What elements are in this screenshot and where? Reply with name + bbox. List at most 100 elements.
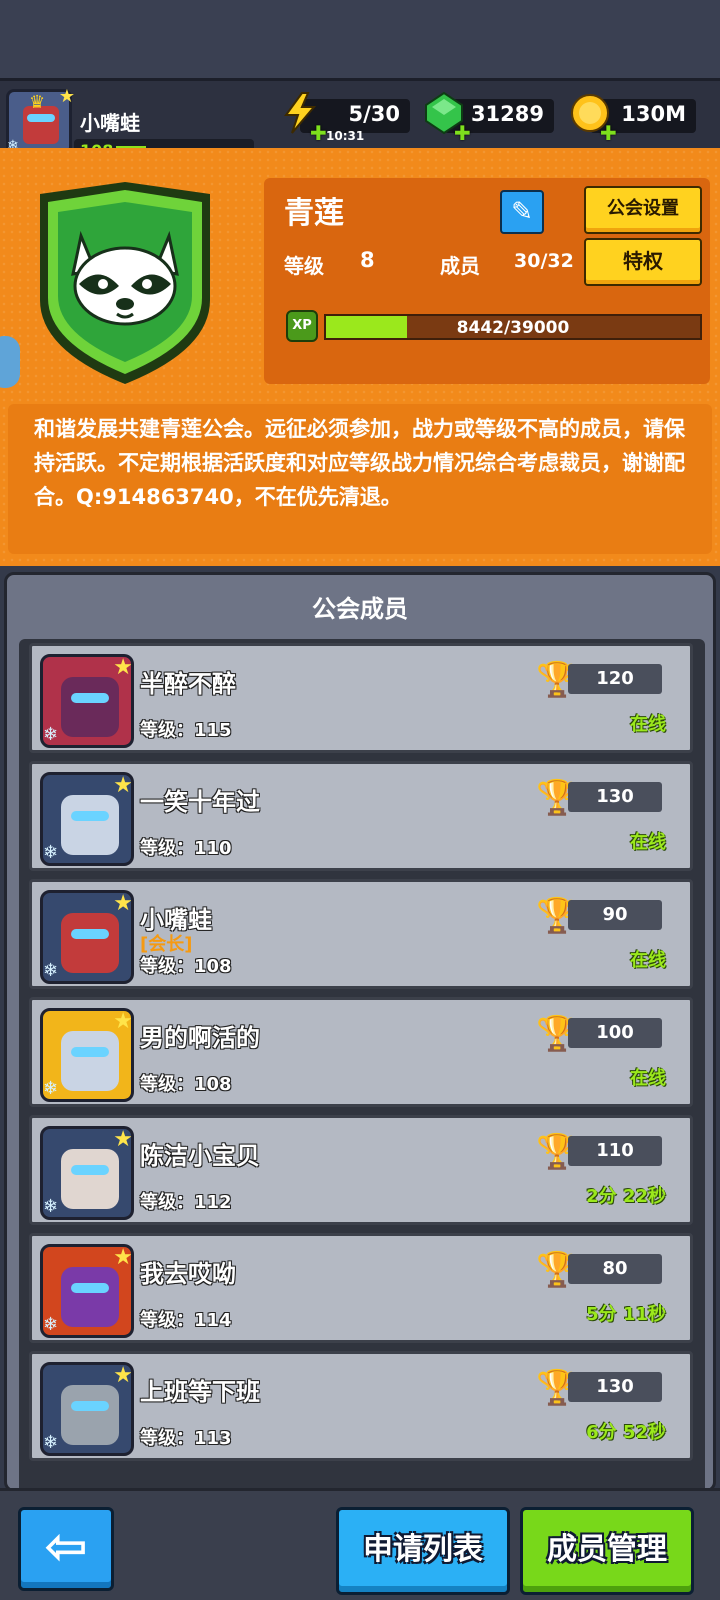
guild-name: 青莲: [284, 196, 344, 231]
energy-counter[interactable]: ✚ 5/30: [284, 92, 410, 145]
raccoon-icon: [40, 182, 210, 384]
star-icon: ★: [113, 1127, 133, 1152]
guild-members-value: 30/32: [514, 250, 574, 272]
member-avatar[interactable]: ★ ❄: [40, 1126, 134, 1220]
member-name: 陈洁小宝贝: [140, 1142, 260, 1170]
members-panel: 公会成员 ★ ❄ 半醉不醉 等级：115 🏆 120 在线 ★ ❄ 一笑十年过 …: [4, 572, 716, 1499]
member-name: 男的啊活的: [140, 1024, 260, 1052]
member-row[interactable]: ★ ❄ 小嘴蛙 [会长] 等级：108 🏆 90 在线: [29, 879, 693, 989]
star-icon: ★: [113, 1363, 133, 1388]
back-button[interactable]: ⇦: [18, 1507, 114, 1591]
player-avatar[interactable]: ♛ ★ ❄: [6, 86, 75, 155]
member-level: 等级：110: [140, 838, 232, 859]
energy-timer: 10:31: [326, 129, 365, 143]
member-status: 在线: [630, 1068, 666, 1089]
member-visor: [71, 1401, 109, 1411]
guild-info-card: 青莲 ✎ 公会设置 等级 8 成员 30/32 特权 XP 8442/39000: [264, 178, 710, 384]
privilege-button[interactable]: 特权: [584, 238, 702, 286]
member-name: 我去哎呦: [140, 1260, 236, 1288]
member-visor: [71, 693, 109, 703]
member-management-button[interactable]: 成员管理: [520, 1507, 694, 1595]
guild-level-label: 等级: [284, 254, 324, 278]
top-spacer: [0, 0, 720, 80]
gold-value: 130M: [621, 102, 686, 126]
guild-level-value: 8: [360, 248, 375, 272]
member-visor: [71, 1283, 109, 1293]
member-level: 等级：108: [140, 956, 232, 977]
xp-icon: XP: [286, 310, 318, 342]
guild-settings-button[interactable]: 公会设置: [584, 186, 702, 234]
member-visor: [71, 1165, 109, 1175]
snowflake-icon: ❄: [43, 1432, 59, 1453]
members-list[interactable]: ★ ❄ 半醉不醉 等级：115 🏆 120 在线 ★ ❄ 一笑十年过 等级：11…: [19, 639, 705, 1499]
member-avatar[interactable]: ★ ❄: [40, 1362, 134, 1456]
snowflake-icon: ❄: [43, 960, 59, 981]
member-avatar[interactable]: ★ ❄: [40, 772, 134, 866]
member-level: 等级：115: [140, 720, 232, 741]
snowflake-icon: ❄: [43, 1196, 59, 1217]
member-row[interactable]: ★ ❄ 半醉不醉 等级：115 🏆 120 在线: [29, 643, 693, 753]
member-score: 80: [568, 1254, 662, 1284]
member-row[interactable]: ★ ❄ 上班等下班 等级：113 🏆 130 6分 52秒: [29, 1351, 693, 1461]
member-row[interactable]: ★ ❄ 我去哎呦 等级：114 🏆 80 5分 11秒: [29, 1233, 693, 1343]
gem-counter[interactable]: ✚ 31289: [425, 91, 554, 145]
member-figure: [61, 1267, 119, 1327]
guild-xp-bar: 8442/39000: [324, 314, 702, 340]
member-score: 110: [568, 1136, 662, 1166]
side-drawer-tab[interactable]: [0, 336, 20, 388]
snowflake-icon: ❄: [43, 1314, 59, 1335]
member-visor: [71, 929, 109, 939]
member-status: 5分 11秒: [586, 1304, 666, 1325]
member-avatar[interactable]: ★ ❄: [40, 1008, 134, 1102]
member-score: 130: [568, 1372, 662, 1402]
member-row[interactable]: ★ ❄ 陈洁小宝贝 等级：112 🏆 110 2分 22秒: [29, 1115, 693, 1225]
member-avatar[interactable]: ★ ❄: [40, 890, 134, 984]
star-icon: ★: [113, 1245, 133, 1270]
gold-counter[interactable]: ✚ 130M: [571, 94, 696, 145]
member-level: 等级：108: [140, 1074, 232, 1095]
member-level: 等级：112: [140, 1192, 232, 1213]
avatar-visor: [27, 114, 55, 122]
member-name: 一笑十年过: [140, 788, 260, 816]
member-name: 上班等下班: [140, 1378, 260, 1406]
member-figure: [61, 1031, 119, 1091]
member-status: 2分 22秒: [586, 1186, 666, 1207]
energy-plus-icon[interactable]: ✚: [310, 121, 327, 145]
member-score: 130: [568, 782, 662, 812]
crown-icon: ♛: [29, 92, 46, 113]
guild-panel: 青莲 ✎ 公会设置 等级 8 成员 30/32 特权 XP 8442/39000…: [0, 148, 720, 566]
member-figure: [61, 795, 119, 855]
energy-value: 5/30: [348, 102, 400, 126]
member-figure: [61, 1385, 119, 1445]
member-visor: [71, 1047, 109, 1057]
star-icon: ★: [113, 1009, 133, 1034]
player-profile[interactable]: ♛ ★ ❄ 小嘴蛙 108: [6, 86, 268, 163]
application-list-button[interactable]: 申请列表: [336, 1507, 510, 1595]
star-icon: ★: [113, 891, 133, 916]
edit-name-button[interactable]: ✎: [500, 190, 544, 234]
pencil-icon: ✎: [511, 197, 533, 227]
snowflake-icon: ❄: [43, 842, 59, 863]
member-score: 100: [568, 1018, 662, 1048]
gem-plus-icon[interactable]: ✚: [454, 121, 471, 145]
member-row[interactable]: ★ ❄ 一笑十年过 等级：110 🏆 130 在线: [29, 761, 693, 871]
guild-description: 和谐发展共建青莲公会。远征必须参加，战力或等级不高的成员，请保持活跃。不定期根据…: [8, 404, 712, 554]
snowflake-icon: ❄: [43, 724, 59, 745]
star-icon: ★: [113, 773, 133, 798]
member-score: 120: [568, 664, 662, 694]
member-avatar[interactable]: ★ ❄: [40, 654, 134, 748]
gem-value: 31289: [470, 102, 544, 126]
member-visor: [71, 811, 109, 821]
member-name: 半醉不醉: [140, 670, 236, 698]
member-figure: [61, 913, 119, 973]
member-figure: [61, 677, 119, 737]
member-status: 在线: [630, 714, 666, 735]
member-row[interactable]: ★ ❄ 男的啊活的 等级：108 🏆 100 在线: [29, 997, 693, 1107]
status-bar: ♛ ★ ❄ 小嘴蛙 108 ✚ 5/30 10:31 ✚ 31289 ✚ 130…: [0, 78, 720, 163]
player-name: 小嘴蛙: [80, 111, 140, 135]
bottom-bar: ⇦ 申请列表 成员管理: [0, 1488, 720, 1600]
snowflake-icon: ❄: [43, 1078, 59, 1099]
member-avatar[interactable]: ★ ❄: [40, 1244, 134, 1338]
members-title: 公会成员: [312, 595, 408, 623]
gold-plus-icon[interactable]: ✚: [600, 121, 617, 145]
